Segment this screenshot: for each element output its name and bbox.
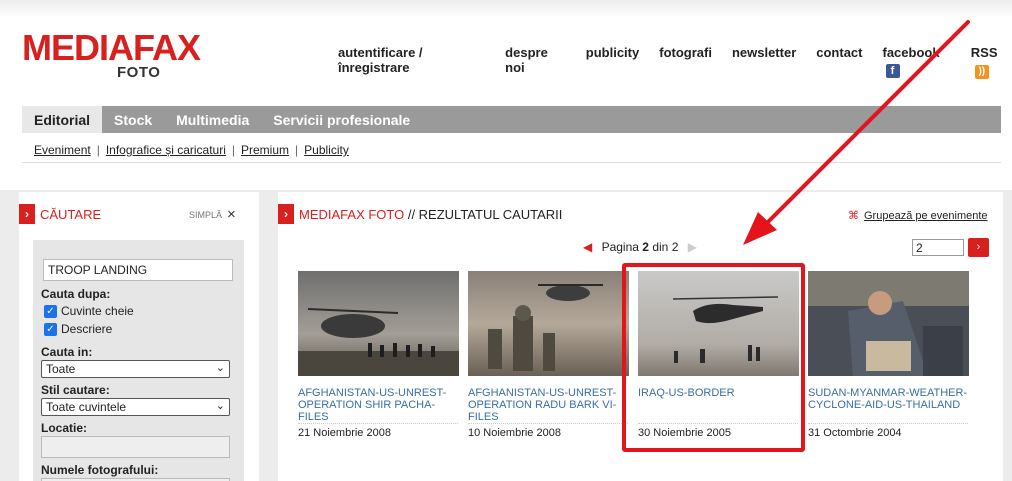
- facebook-icon: f: [885, 64, 900, 78]
- result-date: 10 Noiembrie 2008: [468, 423, 628, 439]
- chevron-down-icon: ⌄: [215, 362, 225, 374]
- prev-page-icon[interactable]: ◀: [583, 240, 592, 254]
- location-input[interactable]: [41, 436, 230, 458]
- page-number-input[interactable]: 2: [912, 239, 964, 256]
- search-query-input[interactable]: TROOP LANDING: [43, 259, 233, 281]
- search-panel-title: CĂUTARE: [40, 207, 102, 222]
- result-date: 21 Noiembrie 2008: [298, 423, 458, 439]
- pager-of: din: [652, 240, 669, 254]
- search-by-label: Cauta dupa:: [41, 287, 111, 301]
- result-title-link[interactable]: SUDAN-MYANMAR-WEATHER-CYCLONE-AID-US-THA…: [808, 387, 970, 423]
- mediafax-logo[interactable]: MEDIAFAX FOTO: [22, 30, 232, 82]
- group-by-events-label: Grupează pe evenimente: [864, 210, 988, 222]
- nav-login-register[interactable]: autentificare / înregistrare: [338, 45, 485, 79]
- pagination: ◀ Pagina 2 din 2 ▶: [583, 240, 697, 254]
- subtab-event[interactable]: Eveniment: [34, 143, 91, 157]
- nav-rss-label: RSS: [970, 45, 998, 60]
- nav-photographers[interactable]: fotografi: [659, 45, 712, 79]
- go-page-button[interactable]: ›: [968, 238, 989, 257]
- result-card[interactable]: AFGHANISTAN-US-UNREST-OPERATION SHIR PAC…: [298, 271, 460, 439]
- results-title-brand: MEDIAFAX FOTO: [299, 207, 405, 222]
- result-card[interactable]: AFGHANISTAN-US-UNREST-OPERATION RADU BAR…: [468, 271, 630, 439]
- keywords-checkbox[interactable]: ✓ Cuvinte cheie: [44, 304, 134, 318]
- results-title-rest: // REZULTATUL CAUTARII: [404, 207, 563, 222]
- search-panel-header: › CĂUTARE SIMPLĂ ×: [19, 204, 259, 226]
- description-checkbox[interactable]: ✓ Descriere: [44, 322, 112, 336]
- search-mode-toggle[interactable]: SIMPLĂ: [189, 210, 222, 220]
- subtab-publicity[interactable]: Publicity: [304, 143, 349, 157]
- chevron-right-icon: ›: [19, 204, 35, 224]
- tab-editorial[interactable]: Editorial: [22, 106, 103, 133]
- sub-tabs: Eveniment | Infografice și caricaturi | Prem…: [22, 133, 1001, 163]
- result-thumbnail[interactable]: [808, 271, 969, 376]
- result-card[interactable]: SUDAN-MYANMAR-WEATHER-CYCLONE-AID-US-THA…: [808, 271, 970, 439]
- close-icon[interactable]: ×: [227, 206, 236, 223]
- search-in-select[interactable]: Toate ⌄: [41, 360, 230, 378]
- results-title: MEDIAFAX FOTO // REZULTATUL CAUTARII: [299, 207, 562, 222]
- pager-current: 2: [642, 240, 649, 254]
- nav-facebook[interactable]: facebook f: [883, 45, 951, 79]
- top-navigation: autentificare / înregistrare despre noi …: [338, 45, 1012, 79]
- keywords-checkbox-label: Cuvinte cheie: [61, 304, 134, 318]
- nav-newsletter[interactable]: newsletter: [732, 45, 796, 79]
- logo-subtitle: FOTO: [117, 64, 161, 81]
- result-thumbnail[interactable]: [468, 271, 629, 376]
- checkbox-checked-icon[interactable]: ✓: [44, 304, 57, 318]
- tab-multimedia[interactable]: Multimedia: [164, 106, 261, 133]
- group-icon: ⌘: [848, 210, 859, 222]
- search-panel: › CĂUTARE SIMPLĂ × TROOP LANDING Cauta d…: [19, 192, 259, 481]
- soldiers-photo: [468, 271, 629, 376]
- nav-contact[interactable]: contact: [816, 45, 862, 79]
- chevron-down-icon: ⌄: [215, 400, 225, 412]
- subtab-premium[interactable]: Premium: [241, 143, 289, 157]
- aid-workers-photo: [808, 271, 969, 376]
- helicopter-photo: [298, 271, 459, 376]
- subtab-infographics[interactable]: Infografice și caricaturi: [106, 143, 226, 157]
- nav-about[interactable]: despre noi: [505, 45, 566, 79]
- location-label: Locatie:: [41, 421, 88, 435]
- result-date: 31 Octombrie 2004: [808, 423, 968, 439]
- checkbox-checked-icon[interactable]: ✓: [44, 322, 57, 336]
- result-title-link[interactable]: AFGHANISTAN-US-UNREST-OPERATION RADU BAR…: [468, 387, 630, 423]
- pager-total: 2: [671, 240, 679, 254]
- search-in-value: Toate: [46, 362, 76, 376]
- result-thumbnail[interactable]: [298, 271, 459, 376]
- search-style-select[interactable]: Toate cuvintele ⌄: [41, 398, 230, 416]
- search-style-value: Toate cuvintele: [46, 400, 127, 414]
- search-in-label: Cauta in:: [41, 345, 93, 359]
- logo-wordmark: MEDIAFAX: [22, 27, 201, 68]
- photographer-label: Numele fotografului:: [41, 463, 159, 477]
- result-title-link[interactable]: AFGHANISTAN-US-UNREST-OPERATION SHIR PAC…: [298, 387, 460, 423]
- nav-publicity[interactable]: publicity: [586, 45, 639, 79]
- main-tabs: Editorial Stock Multimedia Servicii prof…: [22, 106, 1001, 133]
- tab-stock[interactable]: Stock: [102, 106, 164, 133]
- next-page-icon[interactable]: ▶: [688, 240, 697, 254]
- nav-facebook-label: facebook: [882, 45, 940, 60]
- tab-professional-services[interactable]: Servicii profesionale: [261, 106, 422, 133]
- search-form: TROOP LANDING Cauta dupa: ✓ Cuvinte cheie…: [33, 240, 244, 481]
- pager-label: Pagina: [601, 240, 639, 254]
- chevron-right-icon: ›: [278, 204, 294, 224]
- description-checkbox-label: Descriere: [61, 322, 113, 336]
- group-by-events-link[interactable]: ⌘ Grupează pe evenimente: [848, 209, 988, 222]
- search-style-label: Stil cautare:: [41, 383, 110, 397]
- nav-rss[interactable]: RSS)): [971, 45, 1012, 79]
- rss-icon: )): [974, 65, 989, 79]
- page: MEDIAFAX FOTO autentificare / înregistra…: [0, 0, 1012, 481]
- annotation-highlight-box: [622, 263, 805, 452]
